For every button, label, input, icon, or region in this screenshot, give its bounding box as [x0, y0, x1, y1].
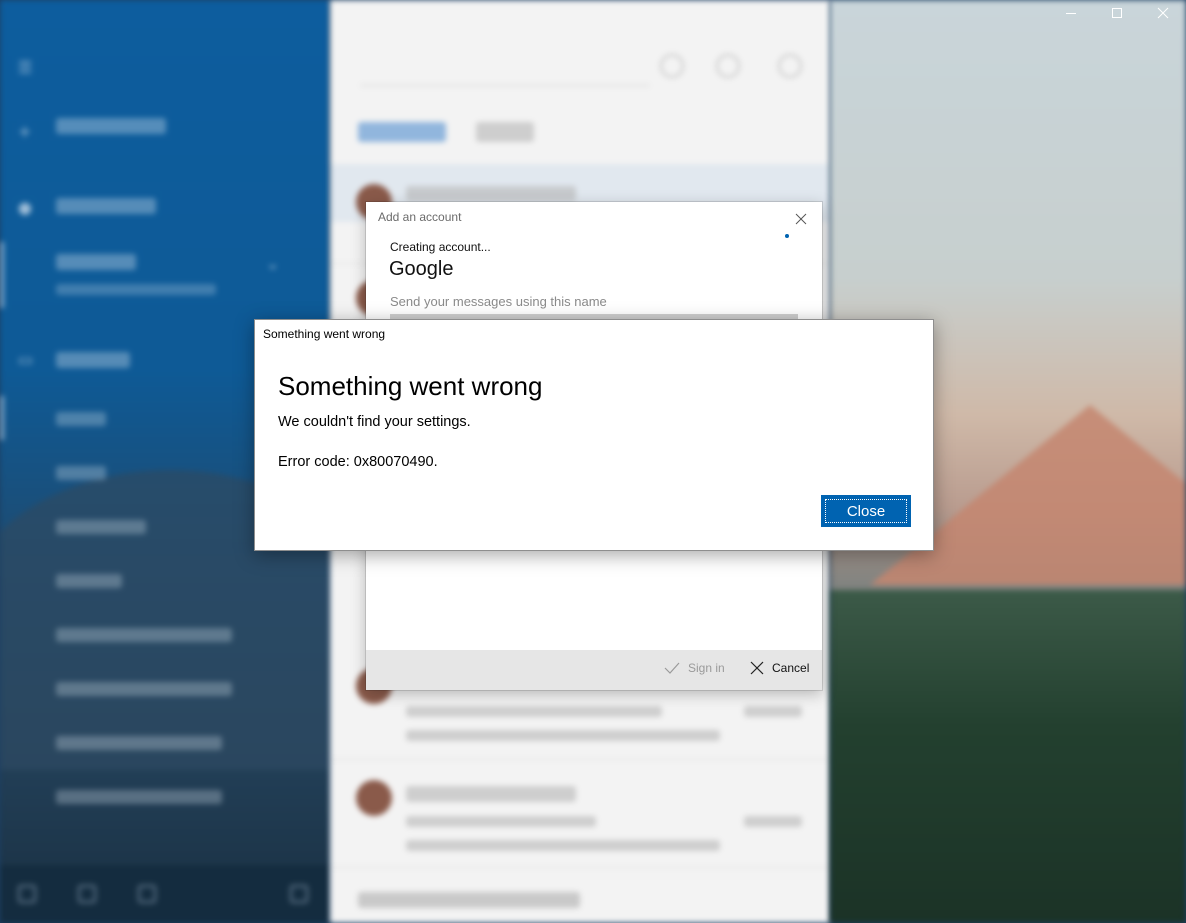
error-dialog: Something went wrong Something went wron… [254, 319, 934, 551]
window-controls [1048, 0, 1186, 26]
minimize-icon [1066, 13, 1076, 14]
avatar [356, 780, 392, 816]
blurred-message-row [330, 764, 830, 868]
cancel-icon [750, 661, 764, 675]
blurred-sidebar-item [56, 628, 232, 642]
add-account-close-button[interactable] [794, 211, 808, 225]
plus-icon: + [18, 122, 32, 141]
blurred-focused-tab [358, 122, 446, 142]
error-heading: Something went wrong [278, 371, 543, 401]
blurred-sidebar-item [56, 736, 222, 750]
background-forest [830, 590, 1186, 923]
provider-name: Google [389, 258, 454, 280]
cancel-label: Cancel [772, 661, 810, 675]
blurred-date-header [358, 892, 580, 908]
blurred-line [406, 186, 576, 201]
window-close-button[interactable] [1140, 0, 1186, 26]
blurred-sidebar-item [56, 198, 156, 214]
blurred-search-box [360, 48, 650, 86]
gear-icon [290, 885, 308, 903]
blurred-other-tab [476, 122, 534, 142]
filter-icon [778, 54, 802, 78]
search-icon [660, 54, 684, 78]
blurred-sidebar-item [56, 352, 130, 368]
close-button[interactable]: Close [821, 495, 911, 527]
blurred-sidebar-item [56, 412, 106, 426]
close-icon [795, 213, 807, 225]
send-name-label: Send your messages using this name [390, 294, 607, 309]
blurred-sidebar-item [56, 520, 146, 534]
error-code: Error code: 0x80070490. [278, 454, 438, 470]
mail-icon [18, 885, 36, 903]
blurred-sidebar-item [56, 682, 232, 696]
error-message: We couldn't find your settings. [278, 414, 471, 430]
blurred-line [406, 786, 576, 802]
chevron-down-icon: ⌄ [266, 254, 280, 273]
progress-indicator [785, 234, 789, 238]
blurred-line [406, 816, 596, 827]
selection-indicator [0, 396, 4, 440]
blurred-sidebar-item [56, 284, 216, 295]
blurred-line [744, 816, 802, 827]
add-account-footer: Sign in Cancel [366, 650, 822, 690]
blurred-sidebar-item [56, 790, 222, 804]
blurred-line [406, 840, 720, 851]
minimize-button[interactable] [1048, 0, 1094, 26]
blurred-sidebar-item [56, 254, 136, 270]
blurred-sidebar-item [56, 118, 166, 134]
sign-in-label: Sign in [688, 661, 725, 675]
blurred-line [406, 706, 662, 717]
sync-icon [716, 54, 740, 78]
blurred-sidebar-item [56, 466, 106, 480]
maximize-icon [1112, 8, 1122, 18]
hamburger-icon: ☰ [18, 58, 33, 77]
selection-indicator [0, 242, 4, 308]
people-icon [138, 885, 156, 903]
sidebar-bottom-bar [0, 865, 330, 923]
person-icon: ● [18, 198, 32, 217]
blurred-line [406, 730, 720, 741]
blurred-sidebar-item [56, 574, 122, 588]
creating-status: Creating account... [390, 240, 491, 254]
blurred-line [744, 706, 802, 717]
maximize-button[interactable] [1094, 0, 1140, 26]
sign-in-button[interactable]: Sign in [664, 661, 725, 675]
error-dialog-title: Something went wrong [263, 327, 386, 341]
close-icon [1157, 7, 1169, 19]
folder-icon: ▭ [18, 350, 34, 369]
cancel-button[interactable]: Cancel [750, 661, 809, 675]
calendar-icon [78, 885, 96, 903]
checkmark-icon [664, 662, 680, 674]
add-account-title: Add an account [378, 210, 462, 224]
